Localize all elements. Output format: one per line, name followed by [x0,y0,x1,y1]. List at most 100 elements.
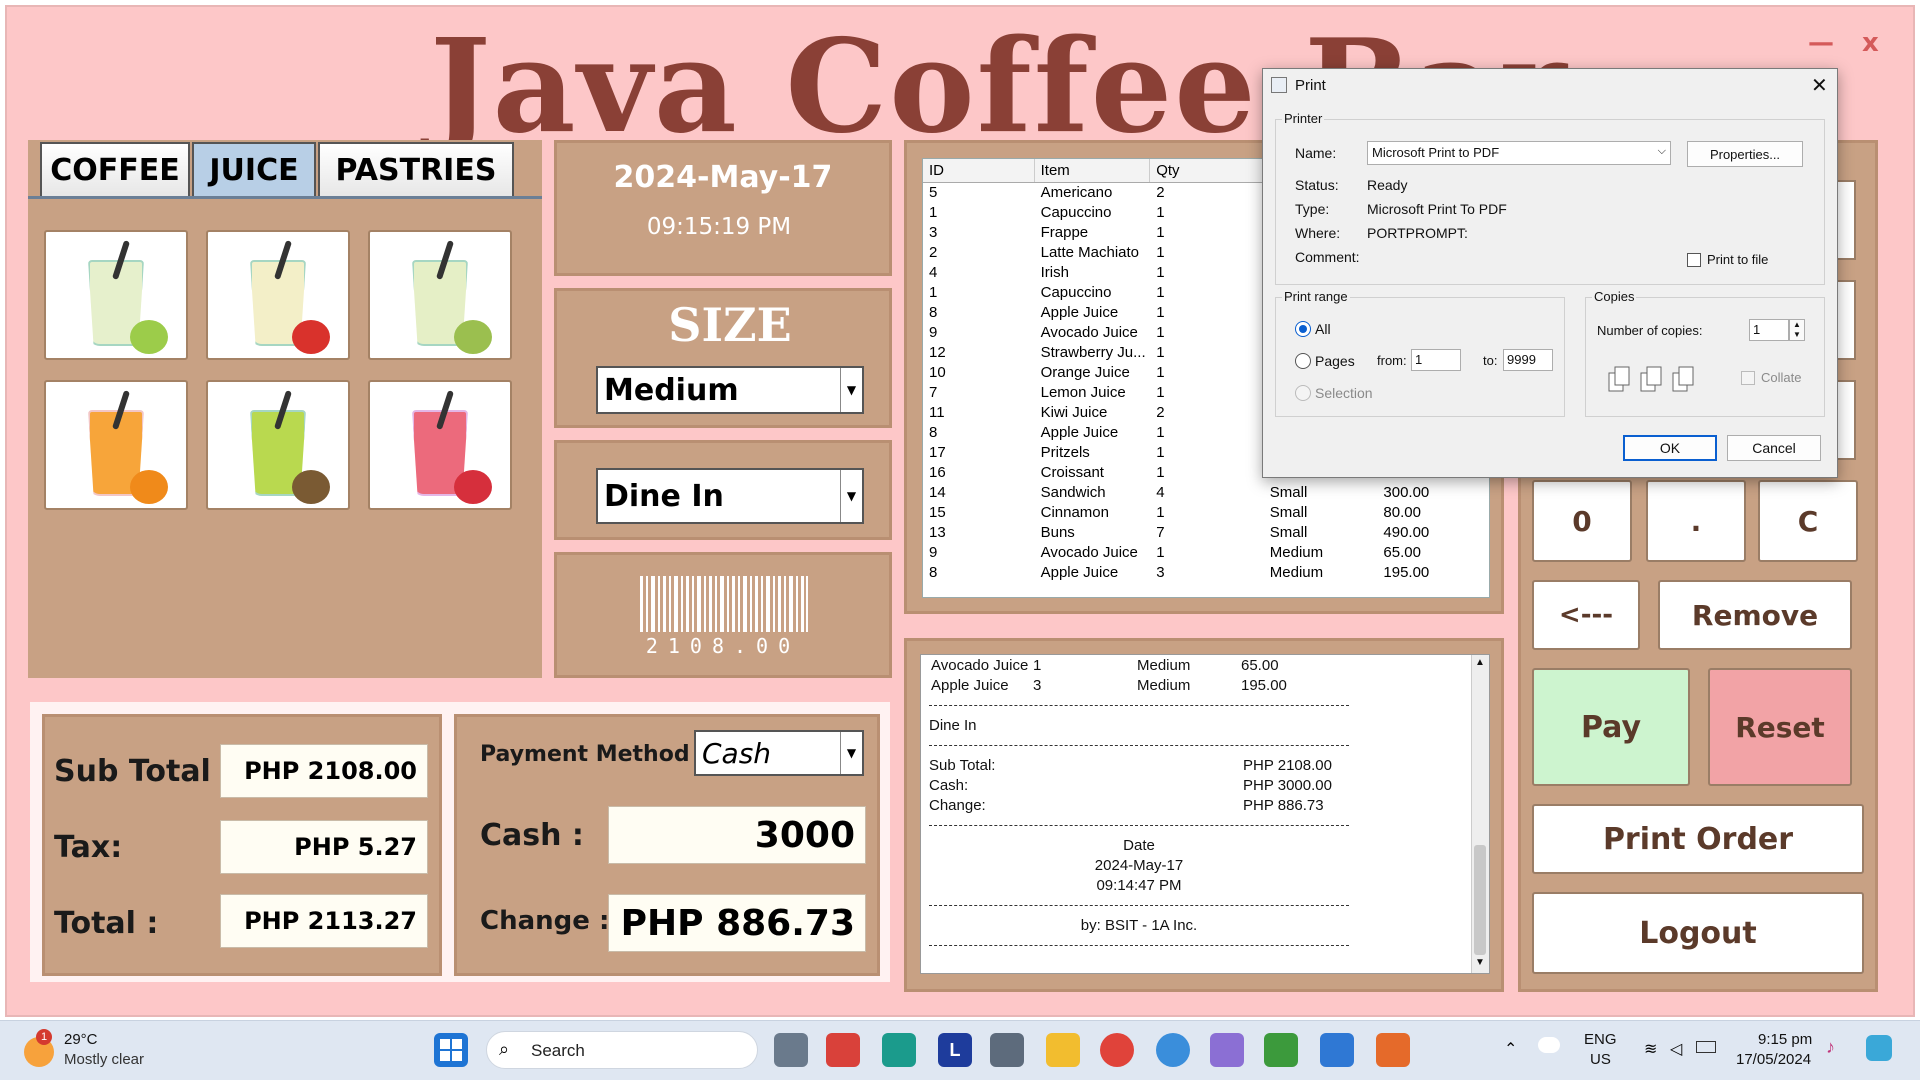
virtualbox-icon[interactable] [1210,1033,1244,1067]
category-tabs: COFFEE JUICE PASTRIES [40,142,516,196]
print-order-button[interactable]: Print Order [1532,804,1864,874]
copilot-icon[interactable] [1866,1035,1892,1061]
close-button[interactable]: x [1862,28,1879,58]
language-code[interactable]: ENG [1584,1031,1617,1048]
product-orange-juice[interactable] [44,380,188,510]
table-row[interactable]: 15 Cinnamon 1 Small 80.00 [923,503,1489,523]
cash-input[interactable]: 3000 [608,806,866,864]
size-select[interactable]: Medium ▼ [596,366,864,414]
column-qty[interactable]: Qty [1150,159,1264,182]
chrome-icon[interactable] [1100,1033,1134,1067]
cloud-icon[interactable] [1538,1037,1560,1053]
receipt-line2-size: Medium [1137,677,1191,694]
cell-item: Orange Juice [1040,364,1130,381]
clock-date[interactable]: 17/05/2024 [1736,1051,1811,1068]
radio-pages[interactable] [1295,353,1311,369]
payment-method-select[interactable]: Cash ▼ [694,730,864,776]
receipt-time-value: 09:14:47 PM [1096,877,1182,894]
receipt-date-value: 2024-May-17 [1094,857,1184,874]
table-row[interactable]: 14 Sandwich 4 Small 300.00 [923,483,1489,503]
cell-size: Small [1269,484,1308,501]
store-icon[interactable] [826,1033,860,1067]
table-row[interactable]: 8 Apple Juice 3 Medium 195.00 [923,563,1489,583]
cell-qty: 1 [1156,344,1165,361]
table-row[interactable]: 13 Buns 7 Small 490.00 [923,523,1489,543]
product-kiwi-juice[interactable] [206,380,350,510]
cell-qty: 1 [1156,284,1165,301]
clock-time[interactable]: 9:15 pm [1758,1031,1812,1048]
receipt-area[interactable]: Avocado Juice 1 Medium 65.00 Apple Juice… [920,654,1490,974]
language-region[interactable]: US [1590,1051,1611,1068]
dialog-title: Print [1295,77,1326,94]
cell-id: 9 [929,324,938,341]
chrome-profile-icon[interactable] [1156,1033,1190,1067]
from-input[interactable]: 1 [1411,349,1461,371]
product-pear-juice[interactable] [368,230,512,360]
cell-item: Irish [1040,264,1069,281]
taskbar-search[interactable]: ⌕ Search [486,1031,758,1069]
backspace-button[interactable]: <--- [1532,580,1640,650]
file-explorer-icon[interactable] [1046,1033,1080,1067]
printer-name-value: Microsoft Print to PDF [1372,145,1500,160]
copies-input[interactable]: 1 [1749,319,1789,341]
key-zero-button[interactable]: 0 [1532,480,1632,562]
cell-id: 4 [929,264,938,281]
cell-qty: 2 [1156,184,1165,201]
subtotal-label: Sub Total : [54,754,234,789]
product-strawberry-juice[interactable] [368,380,512,510]
notepad-icon[interactable] [1320,1033,1354,1067]
weather-status[interactable]: Mostly clear [64,1051,144,1068]
cell-id: 14 [929,484,946,501]
product-apple-juice[interactable] [206,230,350,360]
scroll-thumb[interactable] [1474,845,1486,955]
receipt-scrollbar[interactable]: ▲ ▼ [1471,655,1489,973]
radio-selection[interactable] [1295,385,1311,401]
scroll-up-icon[interactable]: ▲ [1475,657,1485,668]
tab-coffee[interactable]: COFFEE [40,142,190,196]
collate-checkbox[interactable] [1741,371,1755,385]
table-row[interactable]: 9 Avocado Juice 1 Medium 65.00 [923,543,1489,563]
edge-icon[interactable] [882,1033,916,1067]
cancel-button[interactable]: Cancel [1727,435,1821,461]
logout-button[interactable]: Logout [1532,892,1864,974]
wifi-icon[interactable]: ≋ [1644,1039,1657,1059]
camera-icon[interactable] [990,1033,1024,1067]
tab-pastries[interactable]: PASTRIES [318,142,514,196]
cell-size: Small [1269,524,1308,541]
status-value: Ready [1367,177,1408,193]
java-app-icon[interactable] [1376,1033,1410,1067]
reset-button[interactable]: Reset [1708,668,1852,786]
scroll-down-icon[interactable]: ▼ [1475,957,1485,968]
column-id[interactable]: ID [923,159,1035,182]
remove-button[interactable]: Remove [1658,580,1852,650]
column-item[interactable]: Item [1035,159,1151,182]
cell-size: Medium [1269,544,1324,561]
task-view-icon[interactable] [774,1033,808,1067]
windows-start-icon[interactable] [434,1033,468,1067]
dine-select[interactable]: Dine In ▼ [596,468,864,524]
copies-spinner[interactable]: ▲ ▼ [1789,319,1805,341]
volume-icon[interactable]: ◁ [1670,1039,1682,1059]
l-app-icon[interactable]: L [938,1033,972,1067]
minimize-button[interactable]: — [1808,28,1834,58]
tab-juice[interactable]: JUICE [192,142,316,196]
bell-icon[interactable]: ♪ [1826,1037,1835,1058]
notepadpp-icon[interactable] [1264,1033,1298,1067]
cell-qty: 7 [1156,524,1165,541]
pay-button[interactable]: Pay [1532,668,1690,786]
chevron-up-icon[interactable]: ⌃ [1504,1039,1517,1059]
print-to-file-checkbox[interactable] [1687,253,1701,267]
printer-name-select[interactable]: Microsoft Print to PDF ⌵ [1367,141,1671,165]
key-clear-button[interactable]: C [1758,480,1858,562]
dialog-close-icon[interactable]: ✕ [1811,73,1828,98]
to-input[interactable]: 9999 [1503,349,1553,371]
radio-all[interactable] [1295,321,1311,337]
weather-temp[interactable]: 29°C [64,1031,98,1048]
barcode-icon [640,576,808,632]
properties-button[interactable]: Properties... [1687,141,1803,167]
product-lime-juice[interactable] [44,230,188,360]
ok-button[interactable]: OK [1623,435,1717,461]
key-dot-button[interactable]: . [1646,480,1746,562]
receipt-divider [929,905,1349,906]
battery-icon[interactable] [1696,1041,1716,1053]
